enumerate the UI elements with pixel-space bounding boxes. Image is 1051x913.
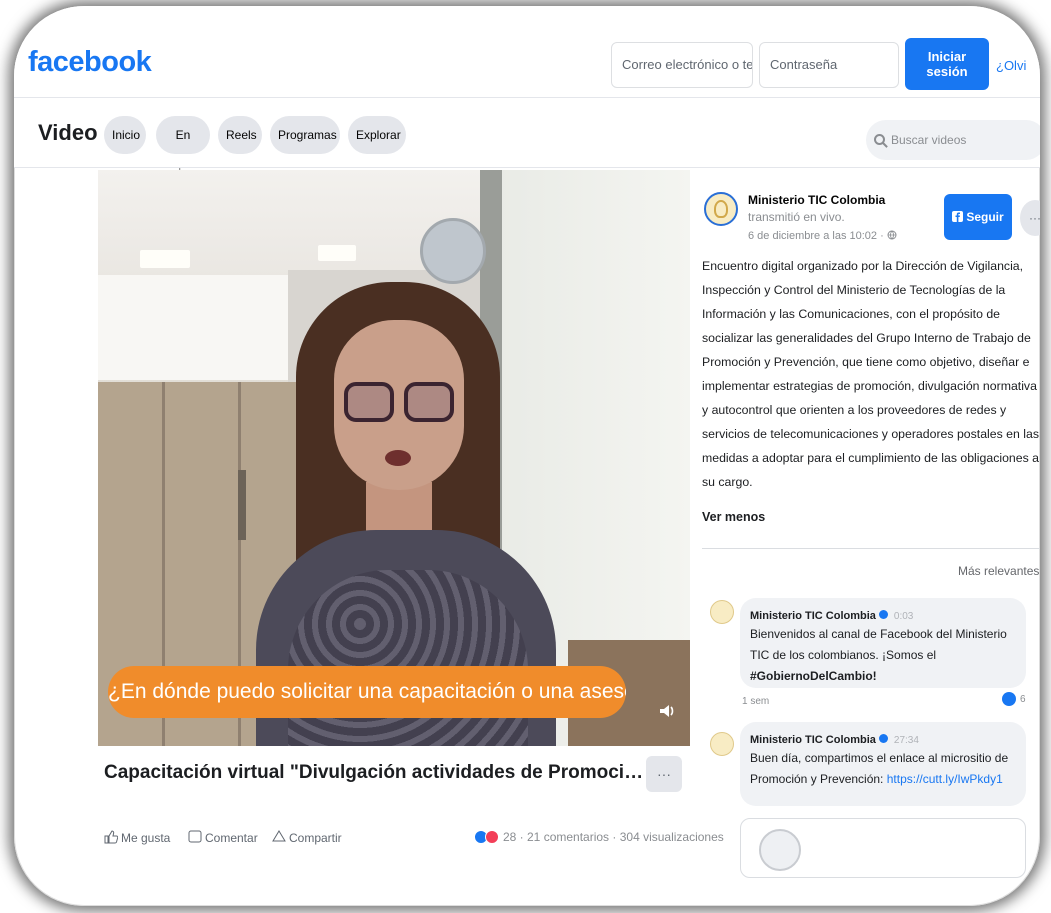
follow-icon — [952, 211, 964, 222]
login-button[interactable]: Iniciar sesión — [905, 38, 989, 90]
password-field[interactable]: Contraseña — [759, 42, 899, 88]
top-bar: facebook Correo electrónico o telé Contr… — [14, 6, 1040, 98]
thumbs-up-icon — [104, 830, 119, 844]
share-icon — [272, 830, 286, 842]
video-person-glasses — [344, 382, 394, 422]
tab-programas[interactable]: Programas — [270, 116, 340, 154]
like-button[interactable]: Me gusta — [104, 830, 170, 845]
hashtag-link[interactable]: #GobiernoDelCambio! — [750, 669, 877, 683]
verified-badge-icon — [878, 734, 888, 743]
comment-author[interactable]: Ministerio TIC Colombia — [750, 734, 876, 746]
video-more-button[interactable]: ··· — [646, 756, 682, 792]
video-scene-fan — [420, 218, 486, 284]
video-nav-bar: Video Inicio En vivo Reels Programas Exp… — [14, 98, 1040, 180]
tab-reels[interactable]: Reels — [218, 116, 262, 154]
comment-text: Buen día, compartimos el enlace al micro… — [750, 748, 1016, 790]
video-scene-cabinet-handle — [238, 470, 246, 540]
share-label: Compartir — [289, 831, 342, 845]
like-label: Me gusta — [121, 831, 171, 845]
post-header: Ministerio TIC Colombia transmitió en vi… — [748, 192, 928, 226]
screenshot-frame: facebook Correo electrónico o telé Contr… — [14, 6, 1040, 906]
comment-link[interactable]: https://cutt.ly/IwPkdy1 — [887, 772, 1003, 786]
comment-bubble: Ministerio TIC Colombia 0:03 Bienvenidos … — [740, 598, 1026, 688]
follow-button[interactable]: Seguir — [944, 194, 1012, 240]
video-caption: ¿En dónde puedo solicitar una capacitaci… — [108, 666, 626, 718]
facebook-logo[interactable]: facebook — [28, 46, 152, 79]
page-avatar-logo — [714, 200, 728, 218]
volume-icon[interactable] — [658, 702, 676, 720]
email-field[interactable]: Correo electrónico o telé — [611, 42, 753, 88]
comment-avatar[interactable] — [710, 600, 734, 624]
video-scene-light — [318, 245, 356, 261]
comment-time[interactable]: 27:34 — [894, 735, 919, 746]
section-title: Video — [38, 120, 98, 145]
post-action-text: transmitió en vivo. — [748, 210, 845, 224]
video-actions-bar: Me gusta Comentar Compartir 28 · 21 come… — [104, 824, 724, 854]
tab-en-vivo[interactable]: En vivo — [156, 116, 210, 180]
see-less-link[interactable]: Ver menos — [702, 510, 765, 524]
comment-meta[interactable]: 1 sem — [742, 696, 769, 707]
comment-avatar[interactable] — [710, 732, 734, 756]
page-name-link[interactable]: Ministerio TIC Colombia — [748, 193, 885, 207]
video-scene-light — [140, 250, 190, 268]
comment-like-count: 6 — [1020, 694, 1026, 705]
globe-icon — [887, 230, 897, 240]
tab-explorar[interactable]: Explorar — [348, 116, 406, 154]
page-avatar[interactable] — [704, 192, 738, 226]
link-preview-card[interactable] — [740, 818, 1026, 878]
comment-icon — [188, 830, 202, 843]
video-player[interactable]: ¿En dónde puedo solicitar una capacitaci… — [98, 170, 690, 746]
comment-label: Comentar — [205, 831, 258, 845]
post-sidebar: Ministerio TIC Colombia transmitió en vi… — [702, 170, 1040, 906]
comment-sort-select[interactable]: Más relevantes ▾ — [958, 564, 1040, 578]
video-person-mouth — [385, 450, 411, 466]
stats-text: 28 · 21 comentarios · 304 visualizacione… — [503, 830, 724, 844]
link-preview-logo — [759, 829, 801, 871]
post-date[interactable]: 6 de diciembre a las 10:02 · — [748, 230, 897, 242]
video-scene-window — [98, 275, 298, 380]
video-person-blouse — [288, 570, 528, 746]
comment-text: Bienvenidos al canal de Facebook del Min… — [750, 624, 1016, 687]
post-more-button[interactable]: ··· — [1020, 200, 1040, 236]
video-person-glasses — [404, 382, 454, 422]
love-reaction-icon — [485, 830, 499, 844]
post-date-text: 6 de diciembre a las 10:02 · — [748, 230, 884, 242]
video-title: Capacitación virtual "Divulgación activi… — [104, 762, 644, 783]
comment-text-main: Bienvenidos al canal de Facebook del Min… — [750, 627, 1007, 662]
tab-inicio[interactable]: Inicio — [104, 116, 146, 154]
video-stats[interactable]: 28 · 21 comentarios · 304 visualizacione… — [474, 830, 724, 844]
like-reaction-icon — [1002, 692, 1016, 706]
comment-time[interactable]: 0:03 — [894, 611, 913, 622]
search-icon — [874, 134, 885, 145]
comment-author[interactable]: Ministerio TIC Colombia — [750, 610, 876, 622]
divider — [702, 548, 1040, 549]
search-placeholder: Buscar videos — [891, 133, 967, 147]
share-button[interactable]: Compartir — [272, 830, 342, 845]
follow-label: Seguir — [966, 210, 1004, 224]
forgot-password-link[interactable]: ¿Olvi — [996, 58, 1026, 73]
comment-bubble: Ministerio TIC Colombia 27:34 Buen día, c… — [740, 722, 1026, 806]
search-input[interactable]: Buscar videos — [866, 120, 1040, 160]
verified-badge-icon — [878, 610, 888, 619]
post-description: Encuentro digital organizado por la Dire… — [702, 259, 1039, 489]
comment-button[interactable]: Comentar — [188, 830, 258, 845]
